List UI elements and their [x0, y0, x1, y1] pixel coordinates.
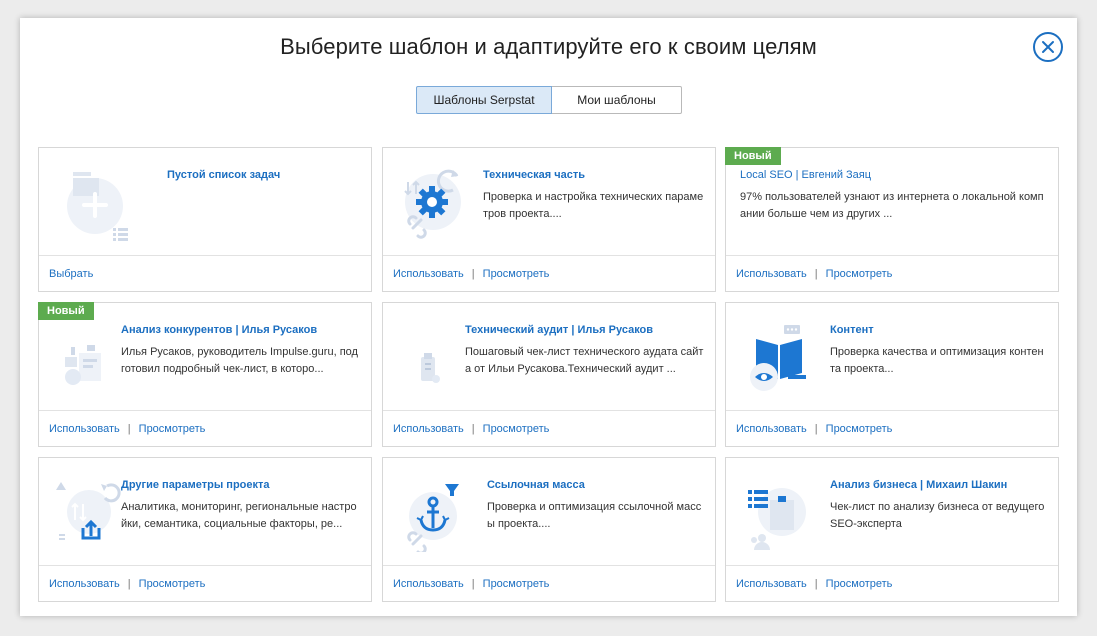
card-title[interactable]: Техническая часть	[483, 169, 585, 181]
card-description: Пошаговый чек-лист технического аудата с…	[465, 346, 704, 375]
use-link[interactable]: Использовать	[736, 423, 807, 435]
card-divider	[383, 565, 715, 566]
template-card-backlinks[interactable]: Ссылочная масса Проверка и оптимизация с…	[382, 457, 716, 602]
separator: |	[127, 578, 131, 590]
separator: |	[814, 578, 818, 590]
card-actions: Использовать | Просмотреть	[393, 578, 549, 590]
use-link[interactable]: Использовать	[49, 578, 120, 590]
template-modal: Выберите шаблон и адаптируйте его к свои…	[20, 18, 1077, 616]
card-actions: Использовать | Просмотреть	[49, 578, 205, 590]
gear-icon	[397, 162, 477, 242]
separator: |	[127, 423, 131, 435]
separator: |	[471, 578, 475, 590]
card-actions: Выбрать	[49, 268, 93, 280]
card-actions: Использовать | Просмотреть	[736, 578, 892, 590]
content-book-icon	[740, 317, 820, 397]
card-title[interactable]: Анализ бизнеса | Михаил Шакин	[830, 479, 1007, 491]
card-title[interactable]: Анализ конкурентов | Илья Русаков	[121, 324, 317, 336]
preview-link[interactable]: Просмотреть	[139, 578, 206, 590]
preview-link[interactable]: Просмотреть	[483, 423, 550, 435]
template-card-empty-list[interactable]: Пустой список задач Выбрать	[38, 147, 372, 292]
template-tabs: Шаблоны Serpstat Мои шаблоны	[416, 86, 682, 114]
use-link[interactable]: Использовать	[393, 423, 464, 435]
card-title[interactable]: Контент	[830, 324, 874, 336]
template-card-business-analysis[interactable]: Анализ бизнеса | Михаил Шакин Чек-лист п…	[725, 457, 1059, 602]
close-icon	[1042, 41, 1054, 53]
preview-link[interactable]: Просмотреть	[483, 578, 550, 590]
card-description: Аналитика, мониторинг, региональные наст…	[121, 501, 357, 530]
card-title[interactable]: Пустой список задач	[167, 169, 280, 181]
anchor-link-icon	[397, 472, 477, 555]
card-actions: Использовать | Просмотреть	[393, 423, 549, 435]
card-title[interactable]: Local SEO | Евгений Заяц	[740, 169, 871, 181]
tab-my-templates[interactable]: Мои шаблоны	[552, 86, 682, 114]
card-description: Проверка качества и оптимизация контента…	[830, 346, 1044, 375]
card-actions: Использовать | Просмотреть	[736, 268, 892, 280]
separator: |	[814, 268, 818, 280]
card-actions: Использовать | Просмотреть	[736, 423, 892, 435]
card-title[interactable]: Другие параметры проекта	[121, 479, 270, 491]
card-description: Илья Русаков, руководитель Impulse.guru,…	[121, 346, 358, 375]
preview-link[interactable]: Просмотреть	[483, 268, 550, 280]
new-badge: Новый	[725, 147, 781, 165]
card-title[interactable]: Технический аудит | Илья Русаков	[465, 324, 653, 336]
card-description: Проверка и настройка технических парамет…	[483, 191, 704, 220]
card-divider	[39, 255, 371, 256]
template-card-competitor-analysis[interactable]: Новый Анализ конкурентов | Илья Русаков …	[38, 302, 372, 447]
card-divider	[39, 410, 371, 411]
template-card-technical[interactable]: Техническая часть Проверка и настройка т…	[382, 147, 716, 292]
empty-list-icon	[53, 162, 133, 242]
close-button[interactable]	[1033, 32, 1063, 62]
use-link[interactable]: Использовать	[736, 578, 807, 590]
preview-link[interactable]: Просмотреть	[826, 578, 893, 590]
card-description: Проверка и оптимизация ссылочной массы п…	[487, 501, 702, 530]
card-divider	[726, 255, 1058, 256]
card-description: 97% пользователей узнают из интернета о …	[740, 191, 1044, 220]
modal-title: Выберите шаблон и адаптируйте его к свои…	[280, 34, 817, 59]
preview-link[interactable]: Просмотреть	[826, 423, 893, 435]
preview-link[interactable]: Просмотреть	[826, 268, 893, 280]
tab-serpstat-templates[interactable]: Шаблоны Serpstat	[416, 86, 552, 114]
card-divider	[383, 255, 715, 256]
card-divider	[726, 410, 1058, 411]
business-analysis-icon	[740, 472, 820, 552]
use-link[interactable]: Использовать	[736, 268, 807, 280]
card-divider	[39, 565, 371, 566]
use-link[interactable]: Использовать	[393, 578, 464, 590]
card-divider	[726, 565, 1058, 566]
select-link[interactable]: Выбрать	[49, 268, 93, 280]
card-actions: Использовать | Просмотреть	[49, 423, 205, 435]
use-link[interactable]: Использовать	[49, 423, 120, 435]
card-description: Чек-лист по анализу бизнеса от ведущего …	[830, 501, 1045, 530]
separator: |	[814, 423, 818, 435]
template-card-content[interactable]: Контент Проверка качества и оптимизация …	[725, 302, 1059, 447]
card-divider	[383, 410, 715, 411]
separator: |	[471, 423, 475, 435]
card-title[interactable]: Ссылочная масса	[487, 479, 585, 491]
template-card-tech-audit[interactable]: Технический аудит | Илья Русаков Пошагов…	[382, 302, 716, 447]
card-actions: Использовать | Просмотреть	[393, 268, 549, 280]
template-card-other-params[interactable]: Другие параметры проекта Аналитика, мони…	[38, 457, 372, 602]
preview-link[interactable]: Просмотреть	[139, 423, 206, 435]
use-link[interactable]: Использовать	[393, 268, 464, 280]
template-card-local-seo[interactable]: Новый Local SEO | Евгений Заяц 97% польз…	[725, 147, 1059, 292]
separator: |	[471, 268, 475, 280]
